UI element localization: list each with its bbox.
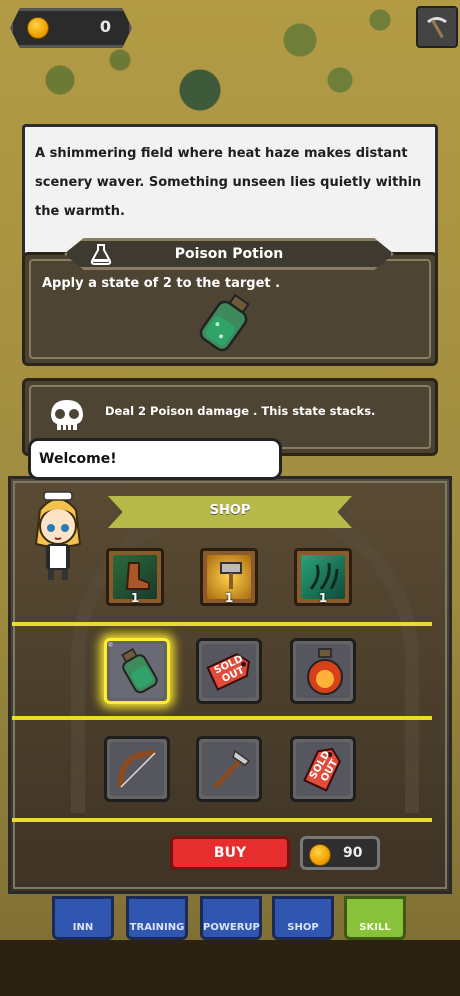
slot-count: 1 — [224, 591, 234, 605]
nav-shop[interactable]: SHOP — [272, 896, 334, 940]
dialog-text: Welcome! — [39, 451, 117, 467]
nav-label: SHOP — [287, 922, 319, 933]
item-title-bar: Poison Potion — [64, 238, 394, 270]
shelf-line — [12, 818, 432, 822]
shop-item-sold-out-1[interactable]: SOLD OUT — [196, 638, 262, 704]
nav-label: TRAINING — [129, 922, 185, 933]
shelf-line — [12, 622, 432, 626]
nav-inn[interactable]: INN — [52, 896, 114, 940]
hammer-strike-icon — [220, 562, 242, 589]
shop-item-green-potion[interactable] — [104, 638, 170, 704]
nav-skill[interactable]: SKILL — [344, 896, 406, 940]
pickaxe-icon — [427, 17, 447, 39]
nav-label: POWERUP — [203, 922, 260, 933]
shelf-line — [12, 716, 432, 720]
dialog-bubble: Welcome! — [28, 438, 282, 480]
shop-skill-slot-3[interactable]: 1 — [294, 548, 352, 606]
buy-button[interactable]: BUY — [170, 836, 290, 870]
shop-skill-slot-1[interactable]: 1 — [106, 548, 164, 606]
shop-item-pickaxe[interactable] — [196, 736, 262, 802]
nav-training[interactable]: TRAINING — [126, 896, 188, 940]
price-value: 90 — [343, 845, 363, 861]
shop-title-banner: SHOP — [108, 496, 352, 528]
buy-label: BUY — [213, 845, 247, 861]
boot-icon — [125, 562, 150, 590]
price-display: 90 — [300, 836, 380, 870]
item-title: Poison Potion — [174, 246, 284, 262]
pickaxe-menu-button[interactable] — [416, 6, 458, 48]
area-description-text: A shimmering field where heat haze makes… — [35, 146, 422, 219]
red-potion-icon — [307, 648, 343, 695]
coin-counter: 0 — [10, 8, 132, 48]
shopkeeper-avatar — [34, 491, 82, 580]
state-effect-text: Deal 2 Poison damage . This state stacks… — [105, 404, 376, 418]
item-effect-text: Apply a state of 2 to the target . — [42, 276, 281, 291]
bottom-shadow — [0, 940, 460, 996]
shop-item-red-potion[interactable] — [290, 638, 356, 704]
vine-icon — [309, 562, 339, 590]
slot-count: 1 — [318, 591, 328, 605]
slot-count: 1 — [130, 591, 140, 605]
coin-icon — [27, 17, 49, 39]
flask-icon — [90, 244, 112, 265]
nav-label: INN — [72, 922, 94, 933]
coin-icon — [309, 844, 331, 866]
shop-item-sold-out-2[interactable]: SOLD OUT — [290, 736, 356, 802]
nav-powerup[interactable]: POWERUP — [200, 896, 262, 940]
coin-count: 0 — [99, 17, 111, 36]
shop-skill-slot-2[interactable]: 1 — [200, 548, 258, 606]
bow-icon — [117, 750, 156, 788]
green-potion-icon — [121, 648, 158, 694]
poison-potion-icon — [199, 293, 250, 352]
skull-icon — [51, 400, 83, 430]
nav-label: SKILL — [359, 922, 391, 933]
pickaxe-icon — [213, 749, 251, 789]
shop-item-bow[interactable] — [104, 736, 170, 802]
shop-title: SHOP — [209, 503, 251, 518]
